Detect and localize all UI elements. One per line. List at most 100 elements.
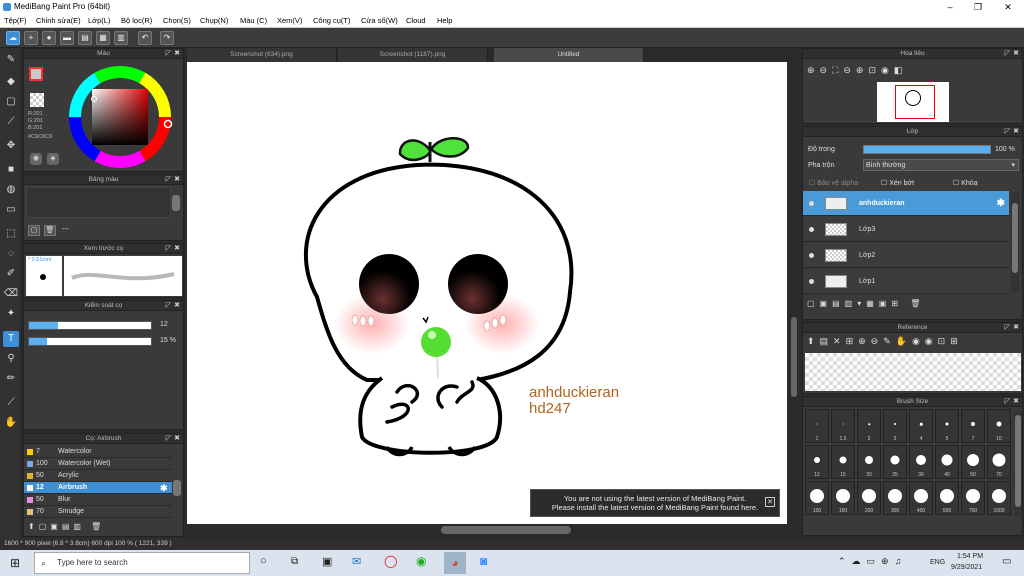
brush-size-cell[interactable]: 3 [883,409,907,443]
brush-size-cell[interactable]: 500 [935,481,959,515]
layer-item-selected[interactable]: anhduckieran ✱ [803,191,1009,216]
medibang-taskbar-icon[interactable]: ◕ [444,552,466,574]
layer-item[interactable]: Lớp1 [803,269,1009,294]
brush-size-cell[interactable]: 2 [857,409,881,443]
tab-untitled[interactable]: Untitled [494,48,644,62]
store-icon[interactable]: ▣ [322,555,332,568]
mail-icon[interactable]: ✉ [352,555,361,568]
brush-size-cell[interactable]: 12 [805,445,829,479]
text-tool-icon[interactable]: T [3,331,19,347]
tab-screenshot-1187[interactable]: Screenshot (1187).png [338,48,488,62]
shape-tool-icon[interactable]: ■ [3,162,19,178]
menu-select[interactable]: Chọn(S) [163,16,191,25]
layer-opacity-slider[interactable] [863,145,991,154]
brush-size-cell[interactable]: 1000 [987,481,1011,515]
zoom-icon[interactable]: ◙ [480,554,487,568]
brush-item[interactable]: 7 Watercolor [24,446,172,458]
select-dotted-icon[interactable]: ⬚ [3,226,19,242]
selection-eraser-icon[interactable]: ⌫ [3,286,19,302]
notification-icon[interactable]: ▭ [1002,556,1011,567]
tab-screenshot-634[interactable]: Screenshot (634).png [187,48,337,62]
minimize-button[interactable]: – [940,1,960,13]
layout-icon[interactable]: ▥ [114,31,128,45]
lasso-icon[interactable]: ◌ [3,246,19,262]
taskbar-search-box[interactable]: ⌕ Type here to search [34,552,250,574]
fill-tool-icon[interactable]: ◍ [3,182,19,198]
brush-size-cell[interactable]: 5 [935,409,959,443]
brush-size-cell[interactable]: 150 [831,481,855,515]
panel-pin-icon[interactable]: ◸ [166,49,171,59]
brush-size-scrollbar[interactable] [1014,411,1022,517]
brush-size-cell[interactable]: 100 [805,481,829,515]
dropper-tool-icon[interactable]: ⟋ [3,395,19,411]
navigator-toolbar[interactable]: ⊕⊖⛶⊖⊕⊡◉◧ [807,65,907,76]
windows-start-icon[interactable]: ⊞ [10,556,20,570]
eraser-tool-icon[interactable]: ◆ [3,74,19,90]
brush-size-cell[interactable]: 15 [831,445,855,479]
navigator-thumbnail[interactable] [877,82,949,122]
color-wheel[interactable] [64,62,176,172]
brush-size-cell[interactable]: 1.5 [831,409,855,443]
brush-size-cell[interactable]: 25 [883,445,907,479]
opera-icon[interactable]: ◯ [384,554,397,568]
brush-size-cell[interactable]: 400 [909,481,933,515]
brush-size-cell[interactable]: 300 [883,481,907,515]
brush-size-cell[interactable]: 30 [909,445,933,479]
menu-layer[interactable]: Lớp(L) [88,16,110,25]
brush-size-cell[interactable]: 20 [857,445,881,479]
layer-scrollbar[interactable] [1011,193,1019,293]
delete-palette-icon[interactable]: 🗑 [44,225,56,236]
new-canvas-icon[interactable]: + [24,31,38,45]
brush-size-cell[interactable]: 40 [935,445,959,479]
chat-icon[interactable]: ▬ [60,31,74,45]
brush-item[interactable]: 100 Watercolor (Wet) [24,458,172,470]
eyedropper-mode-icon[interactable]: ◈ [47,153,59,165]
brush-item-selected[interactable]: 12 Airbrush ✱ [24,482,172,494]
menu-cloud[interactable]: Cloud [406,16,426,25]
color-wheel-mode-icon[interactable]: ◉ [30,153,42,165]
brush-size-cell[interactable]: 200 [857,481,881,515]
undo-icon[interactable]: ↶ [138,31,152,45]
operation-icon[interactable]: ✦ [3,306,19,322]
foreground-color-swatch[interactable] [29,67,43,81]
palette-swatches-area[interactable] [26,187,171,218]
brush-tool-icon[interactable]: ✎ [3,52,19,68]
task-view-icon[interactable]: ⧉ [291,556,298,567]
comment-icon[interactable]: ● [42,31,56,45]
drawing-canvas[interactable]: anhduckieran hd247 [187,62,787,524]
brush-size-cell[interactable]: 50 [961,445,985,479]
grid-icon[interactable]: ▦ [96,31,110,45]
layer-item[interactable]: Lớp3 [803,217,1009,242]
update-notice[interactable]: You are not using the latest version of … [530,489,780,517]
blend-mode-select[interactable]: Bình thường ▾ [863,159,1019,171]
canvas-vscroll[interactable] [789,62,799,524]
brush-list-scrollbar[interactable] [173,480,181,496]
notice-line-2[interactable]: Please install the latest version of Med… [531,503,779,512]
menu-tools[interactable]: Công cụ(T) [313,16,351,25]
brush-size-cell[interactable]: 10 [987,409,1011,443]
menu-view[interactable]: Xem(V) [277,16,302,25]
brush-size-cell[interactable]: 1 [805,409,829,443]
brush-item[interactable]: 50 Blur [24,494,172,506]
reference-image-area[interactable] [805,353,1021,391]
lock-checkbox[interactable]: ☐ Khóa [953,179,978,187]
brush-list-actions[interactable]: ⬆▢▣▤▥ 🗑 [28,522,105,531]
palette-scrollbar[interactable] [172,195,180,211]
canvas-hscroll[interactable] [187,524,787,536]
language-indicator[interactable]: ENG [930,559,945,566]
layer-item[interactable]: Lớp2 [803,243,1009,268]
maximize-button[interactable]: ❐ [968,1,988,13]
hand-tool-icon[interactable]: ✋ [3,415,19,431]
app-icon[interactable]: ◉ [416,554,426,568]
close-button[interactable]: ✕ [998,1,1018,13]
panel-icon[interactable]: ▤ [78,31,92,45]
brush-item[interactable]: 70 Smudge [24,506,172,518]
redo-icon[interactable]: ↷ [160,31,174,45]
clip-checkbox[interactable]: ☐ Xén bớt [881,179,914,187]
palette-close-icon[interactable]: ✖ [174,175,180,185]
frame-tool-icon[interactable]: ⚲ [3,351,19,367]
brush-size-cell[interactable]: 700 [961,481,985,515]
gradient-tool-icon[interactable]: ▭ [3,202,19,218]
selection-pen-icon[interactable]: ✐ [3,266,19,282]
move-tool-icon[interactable]: ✥ [3,138,19,154]
